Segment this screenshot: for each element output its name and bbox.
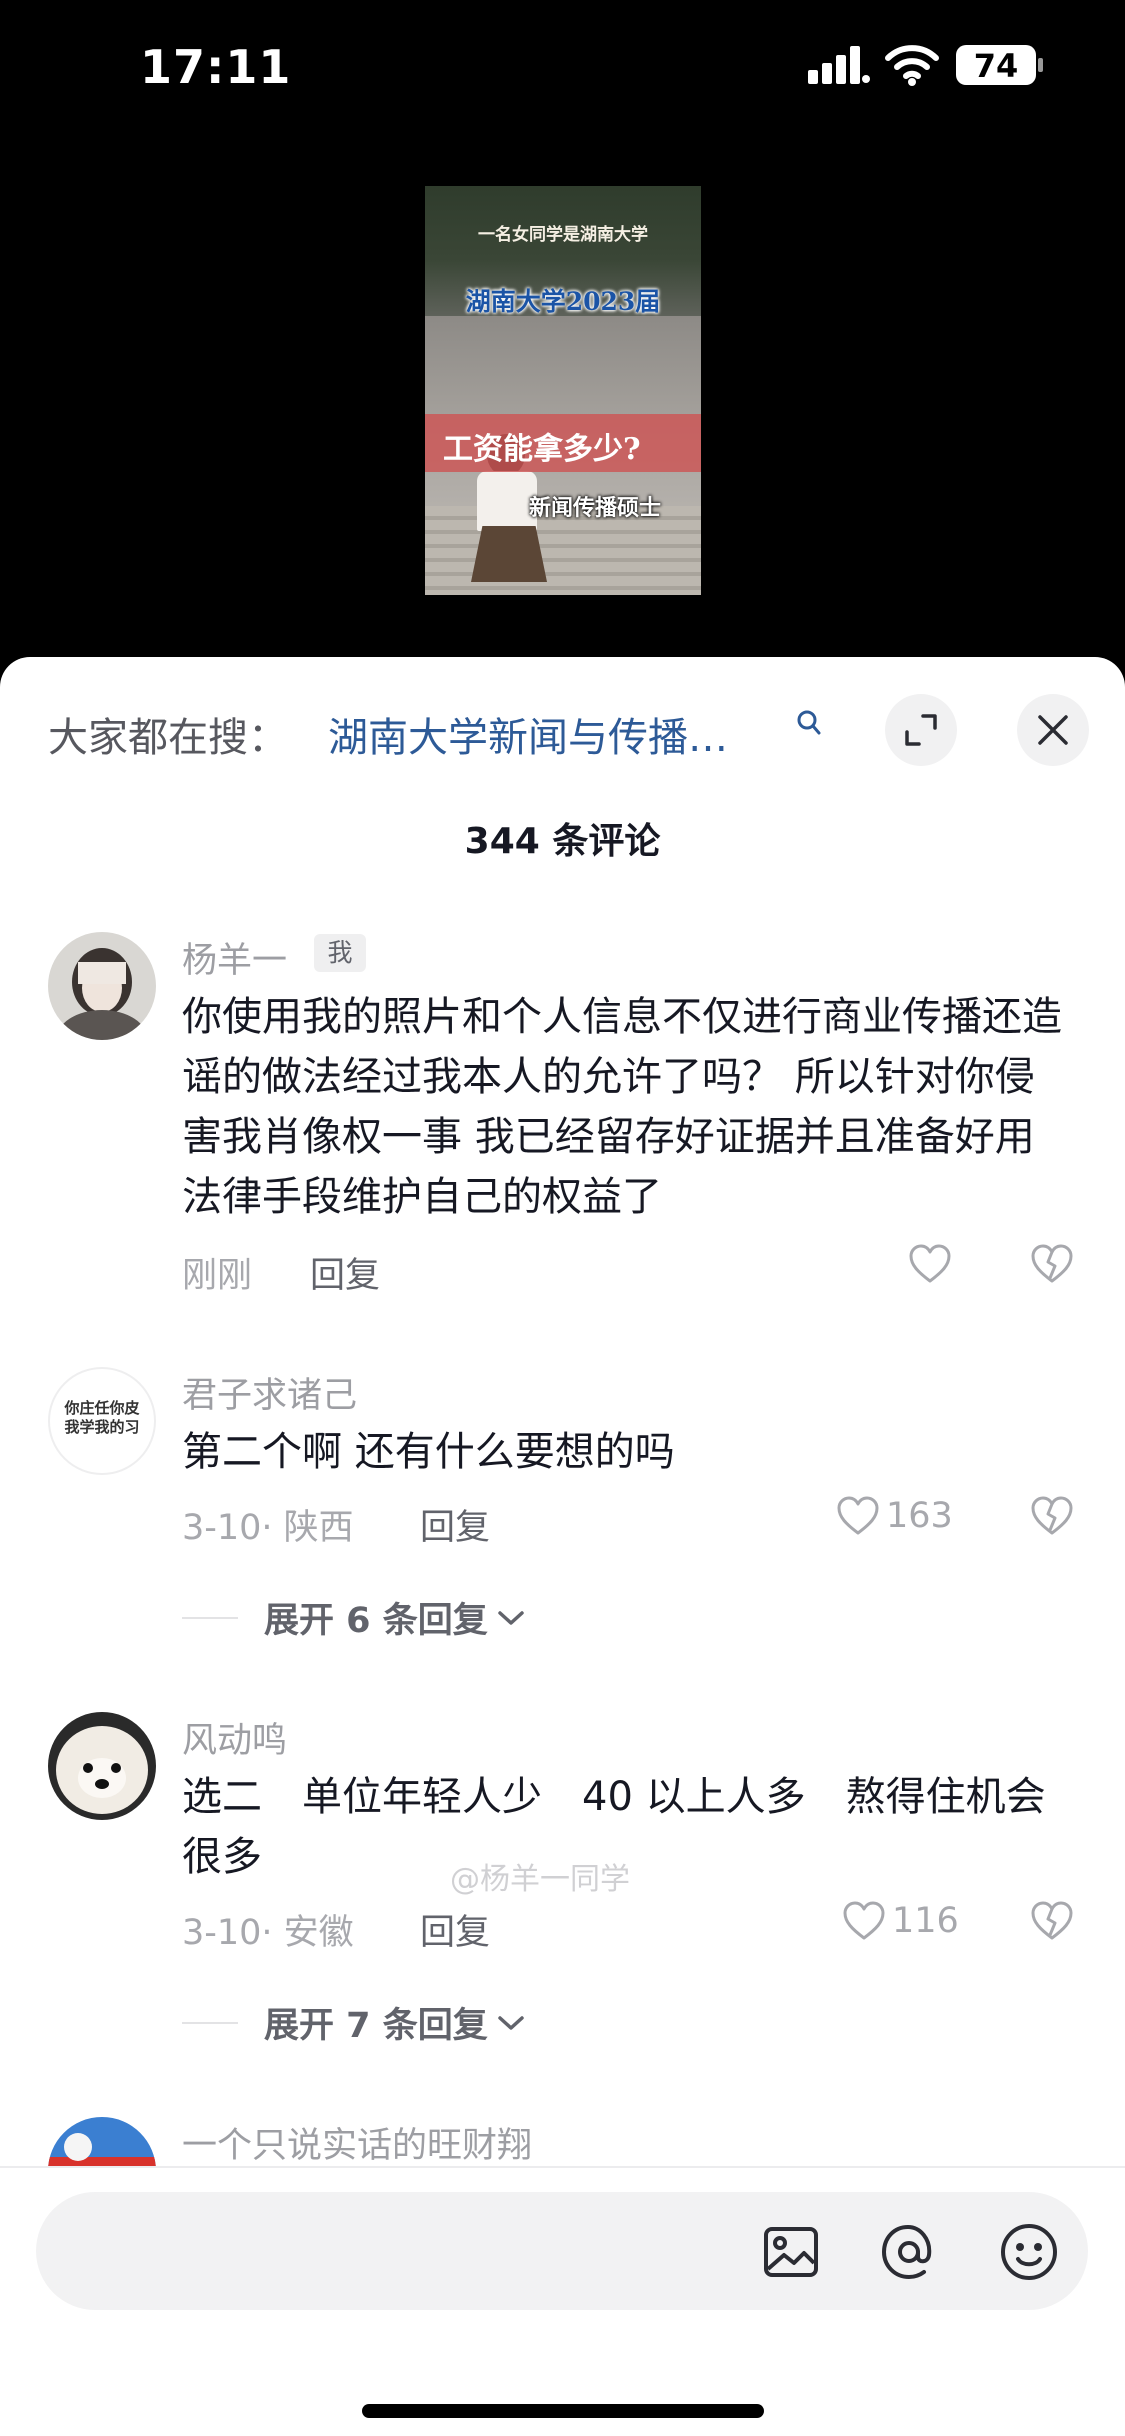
comment-time-location: 3-10· 安徽 xyxy=(182,1913,354,1953)
battery-icon: 74 xyxy=(956,45,1044,85)
avatar[interactable] xyxy=(48,932,156,1040)
video-caption-band: 工资能拿多少? xyxy=(425,414,701,472)
expand-replies-button[interactable]: 展开 6 条回复 xyxy=(182,1592,526,1643)
comment-text: 第二个啊 还有什么要想的吗 xyxy=(182,1429,675,1475)
video-preview[interactable]: 一名女同学是湖南大学 湖南大学2023届 工资能拿多少? 新闻传播硕士 xyxy=(425,186,701,595)
me-badge: 我 xyxy=(314,934,366,972)
expand-icon xyxy=(905,714,937,746)
video-caption-mid: 湖南大学2023届 xyxy=(465,287,661,316)
like-count: 116 xyxy=(892,1901,959,1941)
like-button[interactable]: 163 xyxy=(836,1496,953,1536)
reply-button[interactable]: 回复 xyxy=(420,1499,490,1550)
comment-time: 刚刚 xyxy=(182,1256,253,1296)
chevron-down-icon xyxy=(497,2015,524,2030)
close-icon xyxy=(1038,715,1068,745)
battery-level: 74 xyxy=(973,47,1019,85)
video-caption-band-text: 工资能拿多少? xyxy=(443,432,641,467)
comment-input-bar xyxy=(0,2166,1125,2436)
heart-icon xyxy=(843,1901,885,1940)
search-suggestion-row[interactable]: 大家都在搜： 湖南大学新闻与传播… xyxy=(0,657,1125,807)
chevron-down-icon xyxy=(497,1610,524,1625)
comment-username[interactable]: 一个只说实话的旺财翔 xyxy=(182,2117,532,2168)
comment-time-location: 3-10· 陕西 xyxy=(182,1508,354,1548)
wifi-icon xyxy=(885,45,939,86)
avatar[interactable] xyxy=(48,1712,156,1820)
comment-username[interactable]: 杨羊一 xyxy=(182,932,287,983)
heart-icon xyxy=(837,1496,879,1535)
search-query-link[interactable]: 湖南大学新闻与传播… xyxy=(328,705,728,763)
broken-heart-icon[interactable] xyxy=(1030,1496,1074,1536)
close-button[interactable] xyxy=(1017,694,1089,766)
video-caption-top: 一名女同学是湖南大学 xyxy=(478,225,648,245)
avatar-text: 你庄任你皮 我学我的习 xyxy=(64,1399,140,1436)
expand-replies-button[interactable]: 展开 7 条回复 xyxy=(182,1997,526,2048)
cellular-signal-icon xyxy=(808,46,870,84)
comment-username[interactable]: 风动鸣 xyxy=(182,1712,287,1763)
expand-replies-label: 展开 6 条回复 xyxy=(264,1601,488,1641)
search-prefix: 大家都在搜： xyxy=(48,715,288,761)
expand-replies-label: 展开 7 条回复 xyxy=(264,2006,488,2046)
broken-heart-icon[interactable] xyxy=(1030,1244,1074,1284)
emoji-icon[interactable] xyxy=(998,2221,1060,2283)
comment-text: 你使用我的照片和个人信息不仅进行商业传播还造谣的做法经过我本人的允许了吗？ 所以… xyxy=(182,994,1062,1220)
broken-heart-icon[interactable] xyxy=(1030,1901,1074,1941)
reply-button[interactable]: 回复 xyxy=(310,1247,380,1298)
comment-text: 选二 单位年轻人少 40 以上人多 熬得住机会很多 xyxy=(182,1774,1046,1880)
comment-input[interactable] xyxy=(36,2192,1088,2310)
like-button[interactable] xyxy=(908,1244,952,1284)
expand-fullscreen-button[interactable] xyxy=(885,694,957,766)
reply-button[interactable]: 回复 xyxy=(420,1904,490,1955)
home-indicator xyxy=(362,2404,764,2418)
status-time: 17:11 xyxy=(140,40,292,94)
like-count: 163 xyxy=(886,1496,953,1536)
mention-icon[interactable] xyxy=(878,2221,940,2283)
like-button[interactable]: 116 xyxy=(842,1901,959,1941)
comment-count: 344 条评论 xyxy=(464,821,661,862)
video-caption-bottom: 新闻传播硕士 xyxy=(529,495,662,521)
search-icon[interactable] xyxy=(796,709,822,739)
avatar[interactable]: 你庄任你皮 我学我的习 xyxy=(48,1367,156,1475)
image-icon[interactable] xyxy=(760,2221,822,2283)
status-bar: 17:11 74 xyxy=(0,0,1125,140)
comment-username[interactable]: 君子求诸己 xyxy=(182,1367,357,1418)
heart-icon xyxy=(909,1244,951,1283)
